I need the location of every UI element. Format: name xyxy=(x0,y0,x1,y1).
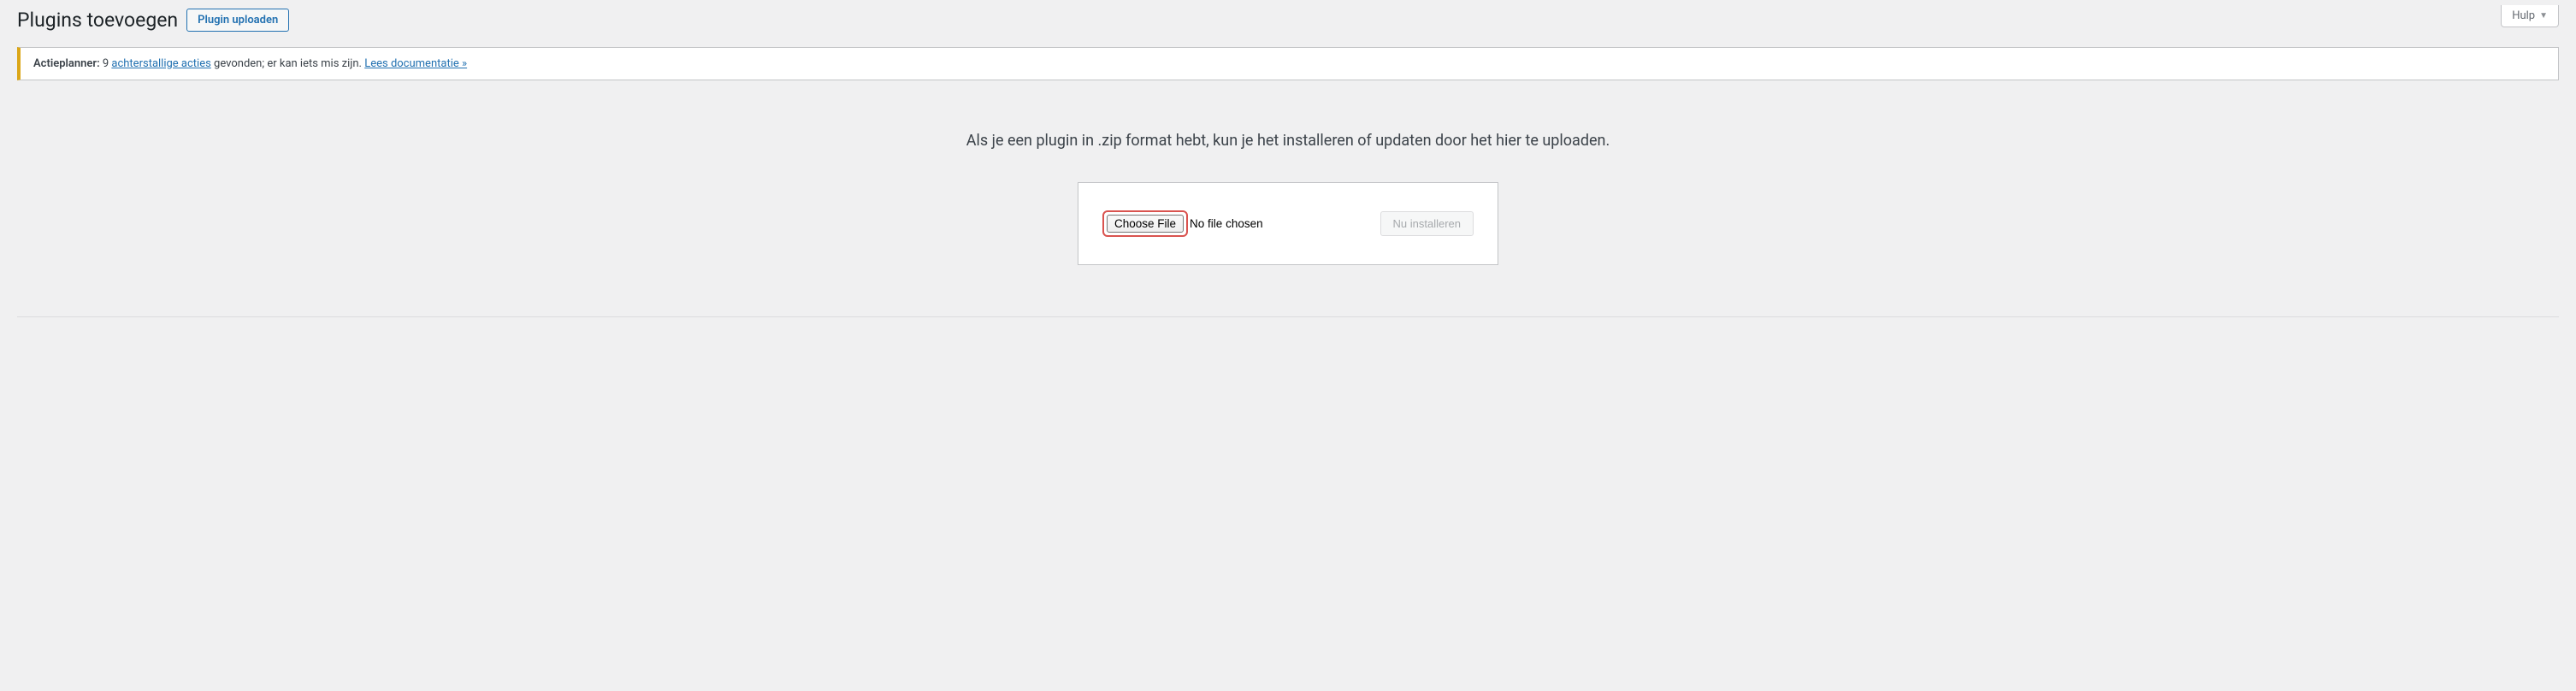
help-tab[interactable]: Hulp ▼ xyxy=(2501,5,2559,27)
notice-count: 9 xyxy=(103,57,109,70)
upload-instructions: Als je een plugin in .zip format hebt, k… xyxy=(17,132,2559,150)
page-title: Plugins toevoegen xyxy=(17,9,178,32)
upload-plugin-button[interactable]: Plugin uploaden xyxy=(186,9,289,32)
admin-notice: Actieplanner: 9 achterstallige acties ge… xyxy=(17,47,2559,80)
upload-form: Choose File No file chosen Nu installere… xyxy=(1078,182,1498,265)
footer-divider xyxy=(17,316,2559,317)
notice-link-overdue[interactable]: achterstallige acties xyxy=(111,57,210,70)
chevron-down-icon: ▼ xyxy=(2539,11,2548,21)
notice-link-docs[interactable]: Lees documentatie » xyxy=(364,57,467,70)
file-status-text: No file chosen xyxy=(1190,217,1263,230)
choose-file-button[interactable]: Choose File xyxy=(1107,215,1184,233)
help-label: Hulp xyxy=(2512,9,2535,22)
install-now-button[interactable]: Nu installeren xyxy=(1380,211,1474,236)
notice-middle: gevonden; er kan iets mis zijn. xyxy=(214,57,362,70)
notice-prefix: Actieplanner: xyxy=(33,57,100,70)
highlight-annotation: Choose File xyxy=(1102,210,1188,237)
